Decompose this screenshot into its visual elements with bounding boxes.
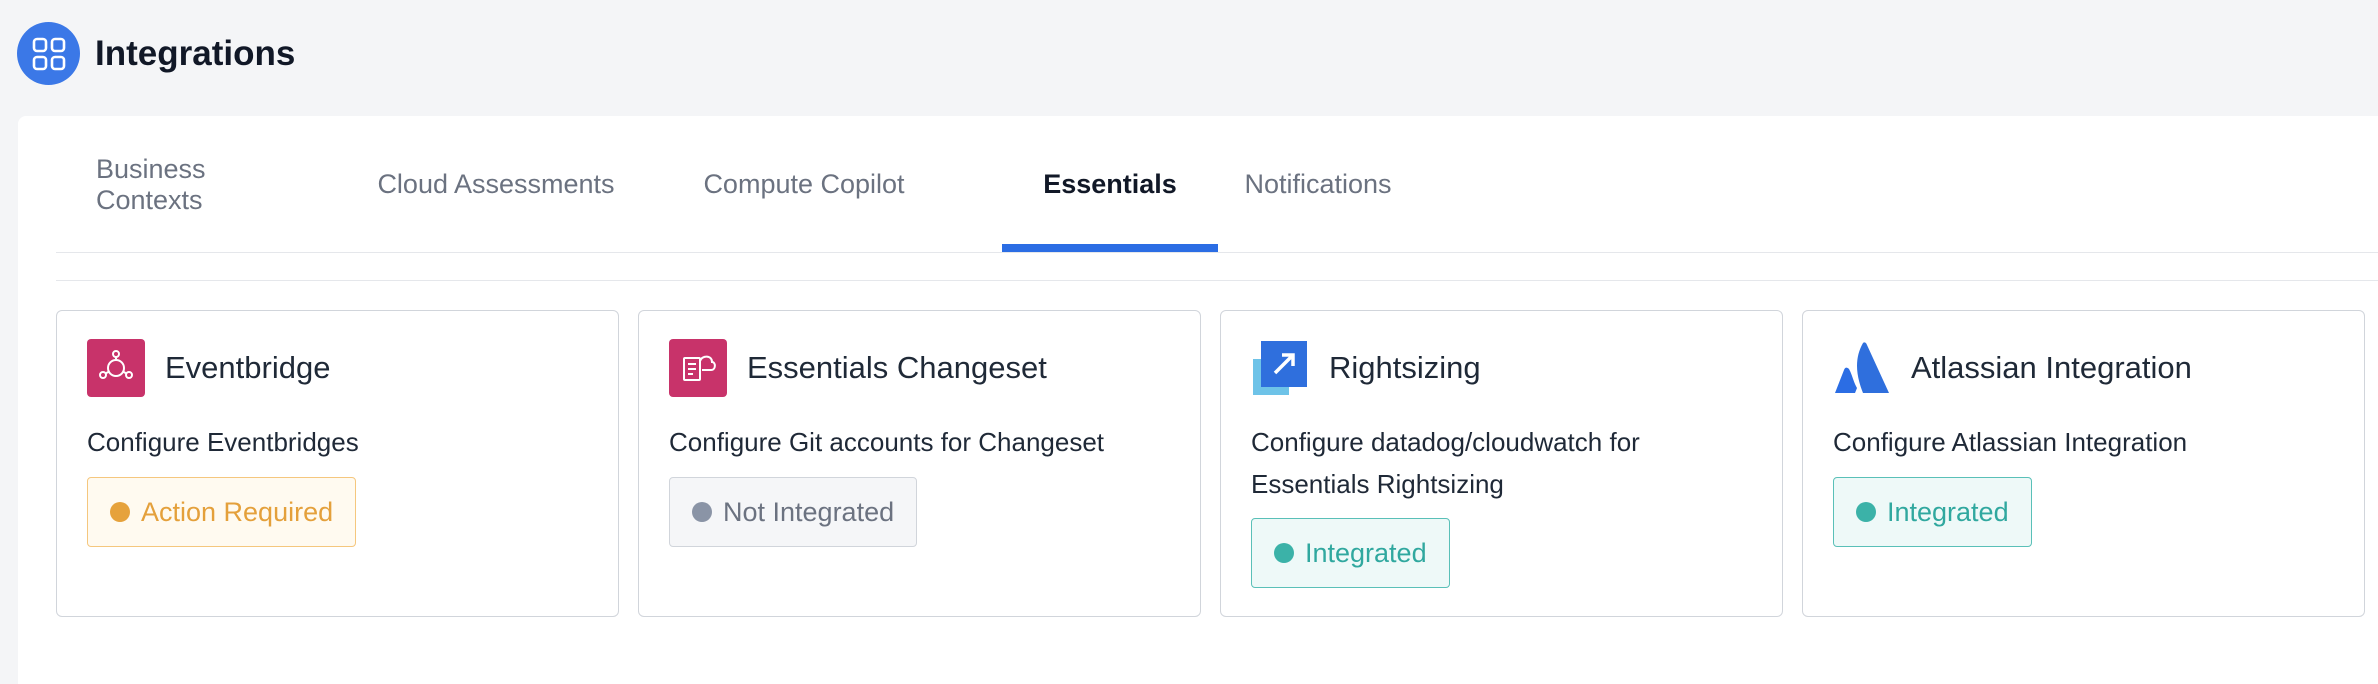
card-title: Eventbridge (165, 350, 331, 385)
tab-compute-copilot[interactable]: Compute Copilot (700, 116, 908, 253)
status-dot-icon (692, 502, 712, 522)
atlassian-integration-card[interactable]: Atlassian Integration Configure Atlassia… (1802, 310, 2365, 617)
status-label: Integrated (1305, 537, 1427, 568)
integrations-panel: Business Contexts Cloud Assessments Comp… (18, 116, 2378, 684)
card-description: Configure Git accounts for Changeset (669, 427, 1105, 457)
status-dot-icon (110, 502, 130, 522)
rightsizing-card[interactable]: Rightsizing Configure datadog/cloudwatch… (1220, 310, 1783, 617)
eventbridge-card[interactable]: Eventbridge Configure Eventbridges Actio… (56, 310, 619, 617)
status-badge[interactable]: Integrated (1251, 518, 1450, 588)
tab-notifications[interactable]: Notifications (1218, 116, 1418, 253)
changeset-icon (669, 339, 727, 397)
tab-business-contexts[interactable]: Business Contexts (96, 116, 286, 253)
card-title: Essentials Changeset (747, 350, 1047, 385)
status-dot-icon (1856, 502, 1876, 522)
page-header: Integrations (17, 22, 295, 85)
eventbridge-icon (87, 339, 145, 397)
status-badge[interactable]: Not Integrated (669, 477, 918, 547)
card-description: Configure Atlassian Integration (1833, 427, 2188, 457)
status-badge[interactable]: Integrated (1833, 477, 2032, 547)
status-label: Not Integrated (723, 496, 895, 527)
grid-icon (17, 22, 80, 85)
tab-essentials[interactable]: Essentials (1002, 116, 1218, 253)
status-label: Action Required (141, 496, 334, 527)
card-description: Configure Eventbridges (87, 427, 359, 457)
rightsizing-icon (1251, 339, 1309, 397)
status-label: Integrated (1887, 496, 2009, 527)
page-title: Integrations (95, 33, 296, 73)
tab-bar: Business Contexts Cloud Assessments Comp… (56, 116, 2378, 253)
status-dot-icon (1274, 543, 1294, 563)
card-title: Atlassian Integration (1911, 350, 2192, 385)
card-description: Configure datadog/cloudwatch for Essenti… (1251, 427, 1640, 499)
card-title: Rightsizing (1329, 350, 1481, 385)
status-badge[interactable]: Action Required (87, 477, 357, 547)
essentials-changeset-card[interactable]: Essentials Changeset Configure Git accou… (638, 310, 1201, 617)
tab-cloud-assessments[interactable]: Cloud Assessments (376, 116, 616, 253)
active-tab-indicator (1002, 244, 1218, 252)
divider (56, 280, 2378, 281)
atlassian-icon (1833, 339, 1891, 397)
